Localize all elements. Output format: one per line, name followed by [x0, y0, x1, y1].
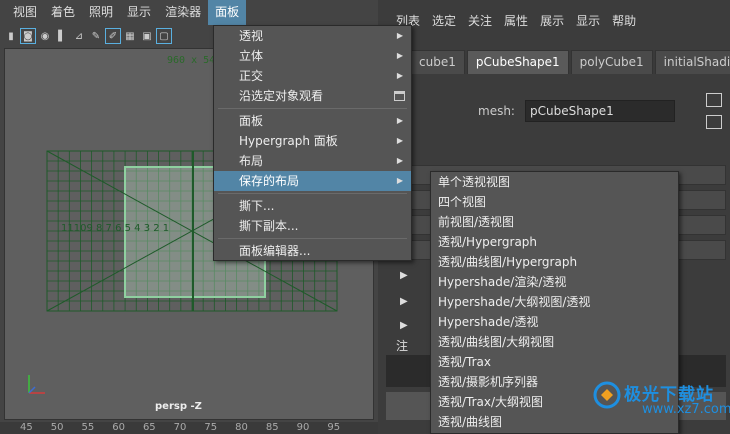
submenu-arrow-icon: ▶ — [396, 136, 403, 145]
bookmark-camera-icon[interactable]: ◉ — [38, 29, 52, 43]
viewport-menubar: 视图 着色 照明 显示 渲染器 面板 — [0, 0, 378, 25]
menu-item-label: 面板编辑器... — [239, 244, 311, 258]
grid-icon[interactable]: ▦ — [123, 29, 137, 43]
grid-number-labels: 11109 8 7 6 5 4 3 2 1 — [61, 223, 169, 234]
menu-item-label: 正交 — [239, 69, 264, 83]
menu-item-label: 撕下副本... — [239, 219, 299, 233]
mesh-label: mesh: — [478, 104, 515, 118]
menu-item-panel-editor[interactable]: 面板编辑器... — [214, 241, 411, 261]
menu-separator — [218, 238, 407, 239]
camera-name-label: persp -Z — [155, 401, 202, 412]
window-icon[interactable] — [394, 91, 405, 101]
menu-item-tear-off[interactable]: 撕下... — [214, 196, 411, 216]
menu-panels[interactable]: 面板 — [208, 0, 247, 25]
presets-icon[interactable] — [706, 115, 722, 129]
menu-renderer[interactable]: 渲染器 — [158, 0, 208, 25]
panels-menu: 透视 ▶ 立体 ▶ 正交 ▶ 沿选定对象观看 面板 ▶ Hypergraph 面板 ▶ 布… — [213, 25, 412, 261]
ruler-tick: 50 — [50, 422, 64, 433]
ae-menu-show[interactable]: 展示 — [534, 8, 570, 34]
layout-item[interactable]: 透视/曲线图/Hypergraph — [431, 252, 678, 272]
menu-item-orthographic[interactable]: 正交 ▶ — [214, 66, 411, 86]
ruler-tick: 75 — [204, 422, 218, 433]
ruler-tick: 60 — [112, 422, 125, 433]
attribute-editor-menubar: 列表 选定 关注 属性 展示 显示 帮助 — [378, 8, 730, 34]
watermark-url: www.xz7.com — [642, 402, 730, 417]
image-plane-icon[interactable]: ⊿ — [72, 29, 86, 43]
submenu-arrow-icon: ▶ — [396, 71, 403, 80]
watermark: 极光下载站 www.xz7.com — [592, 380, 730, 430]
ae-menu-focus[interactable]: 关注 — [462, 8, 498, 34]
ruler-tick: 65 — [142, 422, 156, 433]
menu-item-label: 透视 — [239, 29, 264, 43]
menu-item-label: 撕下... — [239, 199, 275, 213]
ruler-tick: 85 — [265, 422, 279, 433]
layout-item[interactable]: Hypershade/渲染/透视 — [431, 272, 678, 292]
ae-menu-attributes[interactable]: 属性 — [498, 8, 534, 34]
expand-arrow-icon[interactable]: ▶ — [400, 320, 408, 331]
menu-item-layouts[interactable]: 布局 ▶ — [214, 151, 411, 171]
submenu-arrow-icon: ▶ — [396, 176, 403, 185]
layout-item[interactable]: Hypershade/透视 — [431, 312, 678, 332]
menu-separator — [218, 108, 407, 109]
layout-item[interactable]: 透视/曲线图/大纲视图 — [431, 332, 678, 352]
submenu-arrow-icon: ▶ — [396, 51, 403, 60]
menu-item-label: 沿选定对象观看 — [239, 89, 324, 103]
menu-separator — [218, 193, 407, 194]
ruler-tick: 95 — [327, 422, 341, 433]
layout-item[interactable]: 四个视图 — [431, 192, 678, 212]
expand-arrow-icon[interactable]: ▶ — [400, 296, 408, 307]
layout-item[interactable]: 透视/Trax — [431, 352, 678, 372]
node-tabs: cube1 pCubeShape1 polyCube1 initialShadi… — [378, 50, 730, 74]
grease-pencil-icon[interactable]: ✐ — [105, 28, 121, 44]
menu-item-label: 面板 — [239, 114, 264, 128]
layout-item[interactable]: 透视/Hypergraph — [431, 232, 678, 252]
ae-menu-selected[interactable]: 选定 — [426, 8, 462, 34]
menu-item-label: 立体 — [239, 49, 264, 63]
menu-show[interactable]: 显示 — [120, 0, 158, 25]
menu-item-tear-off-copy[interactable]: 撕下副本... — [214, 216, 411, 236]
mesh-name-row: mesh: — [478, 100, 675, 122]
tab-pcubeshape1[interactable]: pCubeShape1 — [466, 50, 569, 74]
tab-polycube1[interactable]: polyCube1 — [570, 50, 653, 74]
mesh-name-field[interactable] — [524, 100, 675, 122]
camera-attributes-icon[interactable]: ◙ — [20, 28, 36, 44]
ae-menu-display[interactable]: 显示 — [570, 8, 606, 34]
menu-item-label: 保存的布局 — [239, 174, 300, 188]
expand-arrow-icon[interactable]: ▶ — [400, 270, 408, 281]
menu-view[interactable]: 视图 — [6, 0, 44, 25]
ruler-tick: 70 — [173, 422, 187, 433]
watermark-logo-icon — [593, 381, 621, 409]
notes-label: 注 — [396, 339, 409, 353]
submenu-arrow-icon: ▶ — [396, 156, 403, 165]
ruler-tick: 45 — [20, 422, 33, 433]
ruler-tick: 80 — [235, 422, 248, 433]
ruler-tick: 90 — [296, 422, 310, 433]
ae-menu-help[interactable]: 帮助 — [606, 8, 642, 34]
axis-gizmo — [28, 375, 45, 394]
2d-pan-zoom-icon[interactable]: ✎ — [89, 29, 103, 43]
menu-item-look-through-selected[interactable]: 沿选定对象观看 — [214, 86, 411, 106]
resolution-gate-icon[interactable]: ▢ — [156, 28, 172, 44]
menu-item-perspective[interactable]: 透视 ▶ — [214, 26, 411, 46]
layout-item[interactable]: 前视图/透视图 — [431, 212, 678, 232]
camera-icon[interactable]: ▮ — [4, 29, 18, 43]
menu-item-label: 布局 — [239, 154, 264, 168]
bookmark-icon[interactable]: ▌ — [55, 29, 69, 43]
menu-item-stereo[interactable]: 立体 ▶ — [214, 46, 411, 66]
submenu-arrow-icon: ▶ — [396, 116, 403, 125]
submenu-arrow-icon: ▶ — [396, 31, 403, 40]
menu-item-hypergraph-panel[interactable]: Hypergraph 面板 ▶ — [214, 131, 411, 151]
tab-initialshading[interactable]: initialShading — [654, 50, 730, 74]
layout-item[interactable]: Hypershade/大纲视图/透视 — [431, 292, 678, 312]
menu-item-saved-layouts[interactable]: 保存的布局 ▶ — [214, 171, 411, 191]
layout-item[interactable]: 单个透视视图 — [431, 172, 678, 192]
menu-shading[interactable]: 着色 — [44, 0, 82, 25]
menu-item-label: Hypergraph 面板 — [239, 134, 338, 148]
film-gate-icon[interactable]: ▣ — [140, 29, 154, 43]
focus-icon[interactable] — [706, 93, 722, 107]
time-ruler[interactable]: 45 50 55 60 65 70 75 80 85 90 95 — [0, 422, 378, 434]
ruler-tick: 55 — [81, 422, 95, 433]
menu-lighting[interactable]: 照明 — [82, 0, 120, 25]
menu-item-panel[interactable]: 面板 ▶ — [214, 111, 411, 131]
